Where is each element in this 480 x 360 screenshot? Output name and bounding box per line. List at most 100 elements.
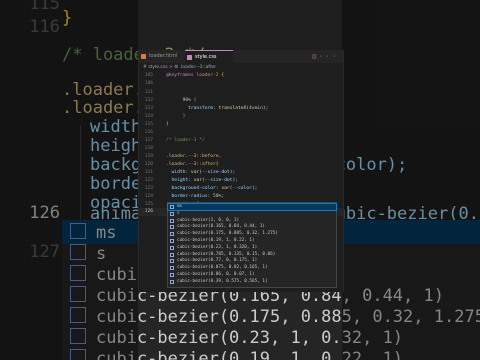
line-code: .loader.--3::before, (166, 153, 221, 161)
line-number: 120 (144, 162, 153, 167)
code-line[interactable]: 119 .loader.--3::before, (139, 153, 343, 161)
code-line[interactable]: 111 (139, 89, 343, 97)
code-token: ); (262, 106, 269, 111)
value-icon (170, 211, 174, 216)
line-number: 118 (144, 146, 153, 151)
line-number: 116 (144, 130, 153, 135)
line-code: @keyframes loader-2 { (166, 72, 224, 80)
code-line[interactable]: 124 border-radius: 50%; (139, 193, 343, 201)
suggestion-item[interactable]: cubic-bezier(0.075, 0.82, 0.165, 1) (168, 265, 336, 271)
code-line[interactable]: 115} (139, 121, 343, 129)
line-number: 122 (144, 178, 153, 183)
value-icon (170, 218, 174, 223)
code-line[interactable]: 118 (139, 145, 343, 153)
line-number: 117 (144, 138, 153, 143)
value-icon (170, 259, 174, 264)
value-icon (170, 205, 174, 209)
line-number: 106 (144, 80, 153, 86)
code-line[interactable]: 121 width: var(--size-dot); (139, 169, 343, 177)
code-token: border-radius (166, 194, 208, 199)
line-code: /* loader-3 */ (166, 137, 205, 145)
line-code: } (166, 121, 169, 129)
code-token: ); (251, 186, 258, 191)
html-file-icon (141, 54, 146, 59)
suggest-widget[interactable]: ms s cubic-bezier(1, 0, 0, 1) cubic-bezier(… (167, 202, 337, 288)
code-token: } (166, 114, 186, 119)
line-code: height: var(--size-dot); (166, 177, 238, 185)
suggestion-item[interactable]: cubic-bezier(0.39, 0.575, 0.565, 1) (168, 279, 336, 285)
suggestion-label: cubic-bezier(0.19, 1, 0.22, 1) (177, 238, 255, 243)
more-actions-icon[interactable]: ··· (319, 53, 339, 60)
suggestion-item[interactable]: cubic-bezier(0.175, 0.885, 0.32, 1.275) (168, 231, 336, 237)
dim-overlay-left (0, 0, 138, 360)
value-icon (170, 252, 174, 257)
css-file-icon (187, 55, 192, 60)
code-token: var (221, 186, 230, 191)
suggestion-item[interactable]: cubic-bezier(0.165, 0.84, 0.44, 1) (168, 224, 336, 230)
code-token: --size-dot (204, 178, 233, 183)
tab-label: style.css (195, 54, 217, 60)
value-icon (170, 232, 174, 237)
code-line[interactable]: 120 .loader.--3::after{ (139, 161, 343, 169)
suggestion-item[interactable]: cubic-bezier(0.23, 1, 0.320, 1) (168, 245, 336, 251)
code-token: var (190, 170, 200, 175)
code-line[interactable]: 113 transform: translateX(4vmin); (139, 105, 343, 113)
suggestion-item[interactable]: ms (167, 202, 337, 212)
suggestion-label: cubic-bezier(0.77, 0, 0.175, 1) (177, 258, 258, 264)
code-token: .loader.--3::after (166, 162, 216, 167)
code-token: } (166, 122, 169, 127)
code-line[interactable]: 112 90% { (139, 97, 343, 105)
suggestion-item[interactable]: cubic-bezier(0.86, 0, 0.07, 1) (168, 272, 336, 278)
code-token: .loader.--3::before, (166, 154, 222, 159)
code-token: height (166, 178, 189, 183)
suggestion-item[interactable]: s (168, 211, 336, 217)
editor-window: loader.html style.css ◫··· # style.css >… (138, 50, 344, 292)
line-code: border-radius: 50%; (166, 193, 225, 201)
suggestion-label: cubic-bezier(0.86, 0, 0.07, 1) (177, 272, 255, 277)
line-code: transform: translateX(4vmin); (166, 105, 268, 113)
code-line[interactable]: 122 height: var(--size-dot); (139, 177, 343, 185)
code-token: background-color (166, 186, 216, 191)
tab-style-css[interactable]: style.css (185, 50, 233, 64)
breadcrumb[interactable]: # style.css > ⚙ .loader.--3::after (139, 63, 343, 72)
line-number: 114 (144, 114, 153, 119)
dim-overlay-right (342, 0, 480, 360)
line-number: 123 (144, 186, 153, 191)
line-code: 90% { (166, 97, 197, 105)
code-token: 4vmin (249, 106, 263, 111)
suggestion-label: cubic-bezier(0.165, 0.84, 0.44, 1) (177, 224, 265, 230)
suggestion-label: cubic-bezier(0.23, 1, 0.320, 1) (177, 244, 258, 250)
code-line[interactable]: 114 } (139, 113, 343, 121)
code-token: ); (229, 170, 236, 175)
suggestion-label: cubic-bezier(0.39, 0.575, 0.565, 1) (177, 278, 268, 284)
code-line[interactable]: 105 @keyframes loader-2 { (139, 72, 343, 80)
code-line[interactable]: 106 (139, 80, 343, 88)
line-number: 111 (144, 90, 153, 95)
value-icon (170, 266, 174, 271)
line-code: width: var(--size-dot); (166, 169, 236, 177)
code-line[interactable]: 117 /* loader-3 */ (139, 137, 343, 145)
code-line[interactable]: 123 background-color: var(--color); (139, 185, 343, 193)
suggestion-item[interactable]: cubic-bezier(0.77, 0, 0.175, 1) (168, 258, 336, 264)
line-number: 126 (144, 209, 153, 214)
suggestion-item[interactable]: cubic-bezier(0.19, 1, 0.22, 1) (168, 238, 336, 244)
suggestion-label: ms (177, 204, 183, 209)
code-token: ; (221, 194, 225, 199)
suggestion-label: cubic-bezier(0.175, 0.885, 0.32, 1.275) (177, 231, 278, 237)
tab-bar: loader.html style.css ◫··· (139, 50, 343, 64)
tab-label: loader.html (149, 53, 178, 59)
code-token: width (166, 170, 186, 175)
code-token: ); (232, 178, 238, 183)
code-token: translateX (218, 106, 247, 111)
line-code: .loader.--3::after{ (166, 161, 219, 169)
code-line[interactable]: 116 (139, 129, 343, 137)
line-code: } (166, 113, 186, 121)
line-number: 124 (144, 194, 153, 199)
line-code: background-color: var(--color); (166, 185, 258, 193)
line-number: 119 (144, 154, 153, 159)
value-icon (170, 279, 174, 284)
code-token: { (215, 162, 219, 167)
suggestion-label: s (177, 210, 180, 216)
line-number: 121 (144, 170, 153, 175)
code-token: loader-2 (193, 73, 219, 78)
